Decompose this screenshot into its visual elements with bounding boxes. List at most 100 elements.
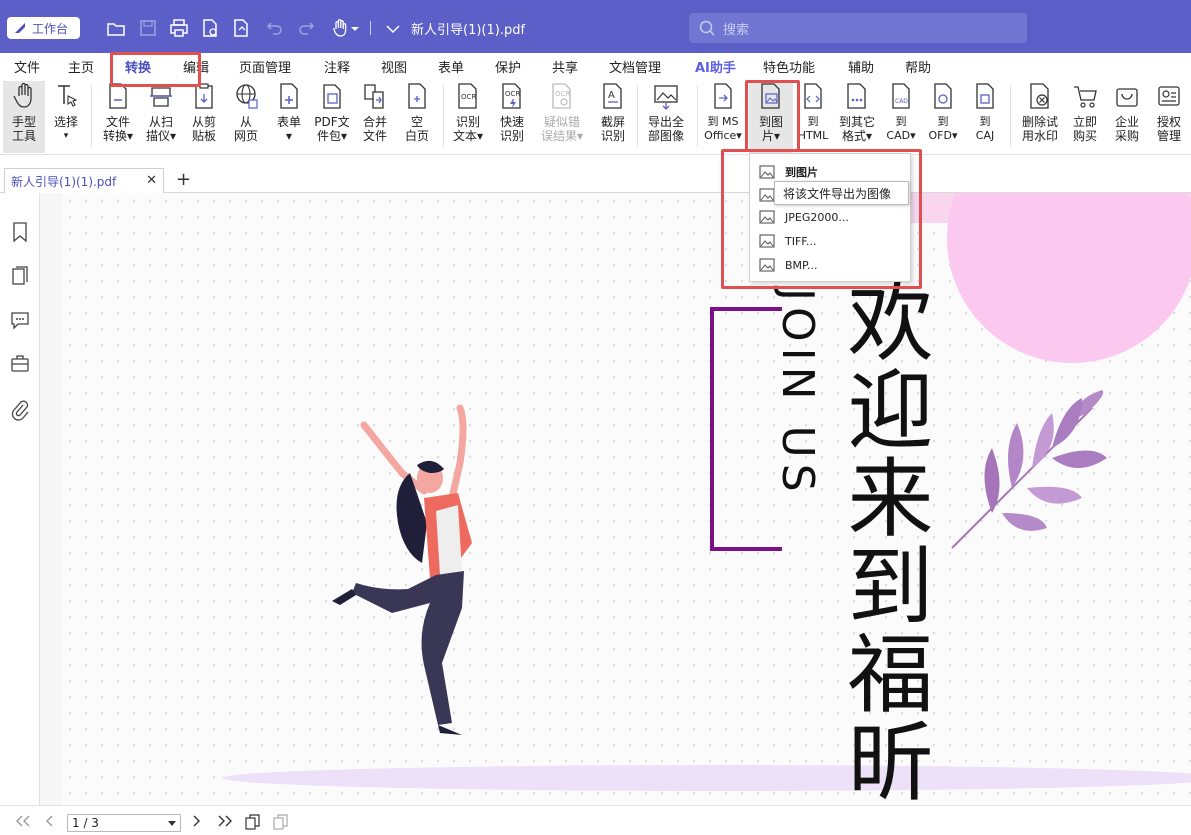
- from-scanner-button[interactable]: 从扫 描仪▾: [141, 81, 181, 153]
- next-page-icon[interactable]: [190, 814, 202, 828]
- menu-annotate[interactable]: 注释: [324, 57, 350, 76]
- menu-home[interactable]: 主页: [68, 57, 94, 76]
- page-number-selector[interactable]: 1 / 3: [67, 814, 181, 832]
- search-icon: [699, 20, 715, 36]
- merge-files-button[interactable]: 合并 文件: [356, 81, 394, 153]
- purple-leaf-illustration: [951, 390, 1107, 549]
- pdf-package-icon: [317, 81, 347, 111]
- from-web-button[interactable]: 从 网页: [228, 81, 264, 153]
- redo-icon[interactable]: [295, 17, 317, 39]
- suspect-ocr-results-button[interactable]: OCR 疑似错 误结果▾: [536, 81, 588, 153]
- screenshot-ocr-icon: A: [598, 81, 628, 111]
- comment-icon[interactable]: [10, 309, 30, 331]
- suspect-ocr-icon: OCR: [547, 81, 577, 111]
- other-formats-icon: [842, 81, 872, 111]
- hand-tool-icon: [9, 81, 39, 111]
- last-page-icon[interactable]: [216, 814, 234, 828]
- open-folder-icon[interactable]: [105, 17, 127, 39]
- ms-office-icon: [708, 81, 738, 111]
- merge-icon: [360, 81, 390, 111]
- to-ofd-button[interactable]: 到 OFD▾: [925, 81, 961, 153]
- menu-doc-manage[interactable]: 文档管理: [609, 57, 661, 76]
- select-button[interactable]: 选择 ▾: [50, 81, 82, 153]
- previous-page-icon[interactable]: [44, 814, 56, 828]
- attachment-icon[interactable]: [10, 399, 30, 421]
- dancing-woman-illustration: [332, 404, 472, 735]
- undo-icon[interactable]: [264, 17, 286, 39]
- copy-page-icon[interactable]: [244, 814, 262, 830]
- hand-tool-button[interactable]: 手型 工具: [3, 81, 45, 153]
- export-all-images-button[interactable]: 导出全 部图像: [642, 81, 690, 153]
- menu-share[interactable]: 共享: [552, 57, 578, 76]
- buy-now-button[interactable]: 立即 购买: [1067, 81, 1103, 153]
- file-convert-label: 文件 转换▾: [102, 115, 134, 143]
- print-icon[interactable]: [168, 17, 190, 39]
- to-other-formats-button[interactable]: 到其它 格式▾: [834, 81, 880, 153]
- bookmark-icon[interactable]: [10, 221, 30, 243]
- hand-tool-label: 手型 工具: [11, 115, 36, 143]
- to-cad-label: 到 CAD▾: [886, 115, 916, 142]
- workbench-button[interactable]: 工作台: [7, 17, 80, 39]
- menu-view[interactable]: 视图: [381, 57, 407, 76]
- ribbon-toolbar: 手型 工具 选择 ▾ 文件 转换▾ 从扫 描仪▾ 从剪 贴板 从 网页 表单 ▾…: [0, 77, 1191, 155]
- blank-page-button[interactable]: 空 白页: [400, 81, 434, 153]
- form-label: 表单 ▾: [276, 115, 301, 143]
- menu-accessibility[interactable]: 辅助: [848, 57, 874, 76]
- html-icon: [798, 81, 828, 111]
- from-web-label: 从 网页: [233, 115, 258, 143]
- quick-ocr-button[interactable]: OCR 快速 识别: [493, 81, 531, 153]
- remove-trial-watermark-button[interactable]: 删除试 用水印: [1016, 81, 1064, 153]
- menu-page-manage[interactable]: 页面管理: [239, 57, 291, 76]
- title-bar: 工作台 新人引导(1)(1).pdf 搜索: [0, 0, 1191, 53]
- to-html-label: 到 HTML: [797, 115, 829, 142]
- security-briefcase-icon[interactable]: [10, 353, 30, 375]
- file-settings-icon[interactable]: [199, 17, 221, 39]
- menu-file[interactable]: 文件: [14, 57, 40, 76]
- svg-text:OCR: OCR: [461, 93, 476, 101]
- file-convert-button[interactable]: 文件 转换▾: [98, 81, 138, 153]
- menu-ai-assistant[interactable]: AI助手: [695, 57, 736, 76]
- form-button[interactable]: 表单 ▾: [272, 81, 306, 153]
- license-manage-button[interactable]: 授权 管理: [1151, 81, 1187, 153]
- to-caj-label: 到 CAJ: [975, 115, 995, 142]
- export-images-icon: [651, 81, 681, 111]
- form-icon: [274, 81, 304, 111]
- menu-protect[interactable]: 保护: [495, 57, 521, 76]
- workbench-label: 工作台: [32, 21, 69, 36]
- ocr-text-button[interactable]: OCR 识别 文本▾: [448, 81, 488, 153]
- quick-ocr-label: 快速 识别: [499, 115, 524, 143]
- enterprise-purchase-button[interactable]: 企业 采购: [1109, 81, 1145, 153]
- to-ms-office-button[interactable]: 到 MS Office▾: [702, 81, 744, 153]
- titlebar-divider: [370, 21, 371, 35]
- annotation-highlight-to-image-button: [745, 80, 800, 152]
- save-icon[interactable]: [137, 17, 159, 39]
- to-caj-button[interactable]: 到 CAJ: [968, 81, 1002, 153]
- screenshot-ocr-button[interactable]: A 截屏 识别: [594, 81, 632, 153]
- paste-page-icon[interactable]: [272, 814, 290, 830]
- document-tab[interactable]: 新人引导(1)(1).pdf ✕: [4, 168, 164, 193]
- from-clipboard-button[interactable]: 从剪 贴板: [184, 81, 224, 153]
- pages-thumbnail-icon[interactable]: [10, 265, 30, 287]
- license-label: 授权 管理: [1156, 115, 1181, 143]
- first-page-icon[interactable]: [14, 814, 32, 828]
- menu-form[interactable]: 表单: [438, 57, 464, 76]
- to-cad-button[interactable]: CAD 到 CAD▾: [884, 81, 918, 153]
- hand-icon[interactable]: [329, 17, 351, 39]
- menu-help[interactable]: 帮助: [905, 57, 931, 76]
- document-canvas[interactable]: JOIN US 欢迎来到福昕: [40, 193, 1191, 805]
- doc-dropdown-icon[interactable]: [384, 17, 402, 39]
- cad-icon: CAD: [886, 81, 916, 111]
- export-all-images-label: 导出全 部图像: [647, 115, 684, 143]
- dropdown-chevron-icon[interactable]: [349, 17, 361, 39]
- file-share-icon[interactable]: [230, 17, 252, 39]
- from-scanner-label: 从扫 描仪▾: [145, 115, 177, 143]
- close-tab-icon[interactable]: ✕: [146, 173, 157, 188]
- suspect-ocr-label: 疑似错 误结果▾: [540, 115, 584, 143]
- menu-features[interactable]: 特色功能: [763, 57, 815, 76]
- enterprise-label: 企业 采购: [1114, 115, 1139, 143]
- to-html-button[interactable]: 到 HTML: [796, 81, 830, 153]
- search-box[interactable]: 搜索: [689, 13, 1027, 43]
- pdf-package-button[interactable]: PDF文 件包▾: [312, 81, 352, 153]
- license-icon: [1154, 81, 1184, 111]
- new-tab-button[interactable]: +: [176, 169, 191, 190]
